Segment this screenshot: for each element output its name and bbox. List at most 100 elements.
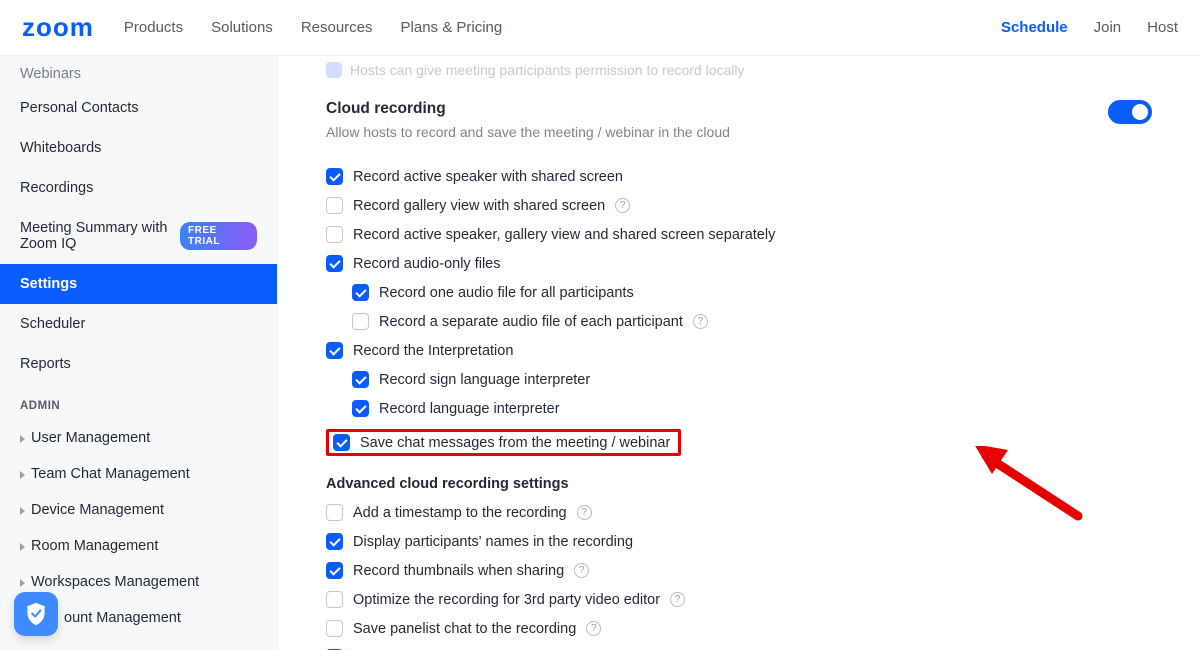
cloud-recording-toggle[interactable] [1108, 100, 1152, 124]
sidebar-item-room-management[interactable]: Room Management [0, 528, 277, 564]
setting-row: Record a separate audio file of each par… [326, 307, 1152, 336]
help-icon[interactable]: ? [586, 621, 601, 636]
checkbox[interactable] [326, 226, 343, 243]
setting-label: Record audio-only files [353, 256, 501, 272]
sidebar-item-label: Team Chat Management [31, 466, 190, 482]
help-icon[interactable]: ? [577, 505, 592, 520]
setting-label: Record active speaker, gallery view and … [353, 227, 775, 243]
toggle-knob [1132, 104, 1148, 120]
checkbox[interactable] [326, 504, 343, 521]
setting-row: Record gallery view with shared screen? [326, 191, 1152, 220]
checkbox[interactable] [333, 434, 350, 451]
sidebar: Webinars Personal Contacts Whiteboards R… [0, 56, 278, 650]
setting-row: Record thumbnails when sharing? [326, 556, 1152, 585]
sidebar-admin-label: ADMIN [0, 384, 277, 420]
sidebar-item-whiteboards[interactable]: Whiteboards [0, 128, 277, 168]
zoom-logo[interactable]: zoom [22, 12, 94, 43]
free-trial-badge: FREE TRIAL [180, 222, 257, 250]
checkbox[interactable] [352, 371, 369, 388]
sidebar-item-label: ount Management [64, 610, 181, 626]
checkbox[interactable] [326, 197, 343, 214]
chevron-right-icon [20, 435, 25, 443]
cloud-recording-options: Record active speaker with shared screen… [326, 162, 1152, 462]
nav-schedule[interactable]: Schedule [1001, 19, 1068, 36]
nav-left: Products Solutions Resources Plans & Pri… [124, 19, 1001, 36]
cloud-recording-title: Cloud recording [326, 100, 730, 118]
nav-plans-pricing[interactable]: Plans & Pricing [401, 19, 503, 36]
nav-host[interactable]: Host [1147, 19, 1178, 36]
checkbox[interactable] [326, 562, 343, 579]
setting-label: Record the Interpretation [353, 343, 513, 359]
checkbox[interactable] [326, 620, 343, 637]
checkbox[interactable] [352, 313, 369, 330]
setting-row: Record the Interpretation [326, 336, 1152, 365]
cloud-recording-subtitle: Allow hosts to record and save the meeti… [326, 124, 730, 140]
nav-solutions[interactable]: Solutions [211, 19, 273, 36]
checkbox[interactable] [326, 255, 343, 272]
setting-row: Record one audio file for all participan… [326, 278, 1152, 307]
nav-products[interactable]: Products [124, 19, 183, 36]
help-icon[interactable]: ? [670, 592, 685, 607]
setting-label: Display participants' names in the recor… [353, 534, 633, 550]
help-icon[interactable]: ? [574, 563, 589, 578]
setting-row: Record audio-only files [326, 249, 1152, 278]
chevron-right-icon [20, 507, 25, 515]
sidebar-item-meeting-summary[interactable]: Meeting Summary with Zoom IQ FREE TRIAL [0, 208, 277, 264]
sidebar-item-device-management[interactable]: Device Management [0, 492, 277, 528]
setting-row: Save panelist chat to the recording? [326, 614, 1152, 643]
top-nav: zoom Products Solutions Resources Plans … [0, 0, 1200, 56]
chevron-right-icon [20, 579, 25, 587]
setting-row: Record language interpreter [326, 394, 1152, 423]
chevron-right-icon [20, 543, 25, 551]
setting-row: Display participants' names in the recor… [326, 527, 1152, 556]
setting-label: Record language interpreter [379, 401, 560, 417]
setting-label: Record active speaker with shared screen [353, 169, 623, 185]
chevron-right-icon [20, 471, 25, 479]
sidebar-item-label: Device Management [31, 502, 164, 518]
setting-label: Record a separate audio file of each par… [379, 314, 683, 330]
sidebar-item-reports[interactable]: Reports [0, 344, 277, 384]
nav-resources[interactable]: Resources [301, 19, 373, 36]
shield-icon [25, 602, 47, 626]
setting-row: Record sign language interpreter [326, 365, 1152, 394]
checkbox[interactable] [352, 284, 369, 301]
checkbox[interactable] [326, 168, 343, 185]
help-icon[interactable]: ? [615, 198, 630, 213]
setting-row: Add a timestamp to the recording? [326, 498, 1152, 527]
setting-label: Add a timestamp to the recording [353, 505, 567, 521]
sidebar-item-user-management[interactable]: User Management [0, 420, 277, 456]
checkbox-faded [326, 62, 342, 78]
sidebar-item-scheduler[interactable]: Scheduler [0, 304, 277, 344]
sidebar-item-settings[interactable]: Settings [0, 264, 277, 304]
help-icon[interactable]: ? [693, 314, 708, 329]
checkbox[interactable] [326, 591, 343, 608]
checkbox[interactable] [326, 342, 343, 359]
sidebar-item-label: Workspaces Management [31, 574, 199, 590]
setting-label: Save panelist chat to the recording [353, 621, 576, 637]
setting-label: Record one audio file for all participan… [379, 285, 634, 301]
advanced-cloud-options: Add a timestamp to the recording? Display… [326, 498, 1152, 650]
setting-row: Optimize the recording for 3rd party vid… [326, 585, 1152, 614]
setting-row: Record active speaker, gallery view and … [326, 220, 1152, 249]
sidebar-item-personal-contacts[interactable]: Personal Contacts [0, 88, 277, 128]
checkbox[interactable] [352, 400, 369, 417]
setting-row: Save chat messages from the meeting / we… [326, 423, 1152, 462]
nav-right: Schedule Join Host [1001, 19, 1178, 36]
sidebar-item-team-chat-management[interactable]: Team Chat Management [0, 456, 277, 492]
setting-label: Record sign language interpreter [379, 372, 590, 388]
advanced-settings-heading: Advanced cloud recording settings [326, 476, 1152, 492]
setting-label: Optimize the recording for 3rd party vid… [353, 592, 660, 608]
checkbox[interactable] [326, 533, 343, 550]
sidebar-item-label: Meeting Summary with Zoom IQ [20, 220, 180, 252]
nav-join[interactable]: Join [1094, 19, 1122, 36]
settings-main: Hosts can give meeting participants perm… [278, 56, 1200, 650]
sidebar-item-webinars[interactable]: Webinars [0, 62, 277, 88]
previous-setting-faded: Hosts can give meeting participants perm… [326, 56, 1152, 100]
setting-row: Save closed caption as a VTT file? [326, 643, 1152, 650]
setting-row: Record active speaker with shared screen [326, 162, 1152, 191]
sidebar-item-label: User Management [31, 430, 150, 446]
privacy-shield-button[interactable] [14, 592, 58, 636]
sidebar-item-label: Room Management [31, 538, 158, 554]
sidebar-item-recordings[interactable]: Recordings [0, 168, 277, 208]
highlighted-setting: Save chat messages from the meeting / we… [326, 429, 681, 456]
